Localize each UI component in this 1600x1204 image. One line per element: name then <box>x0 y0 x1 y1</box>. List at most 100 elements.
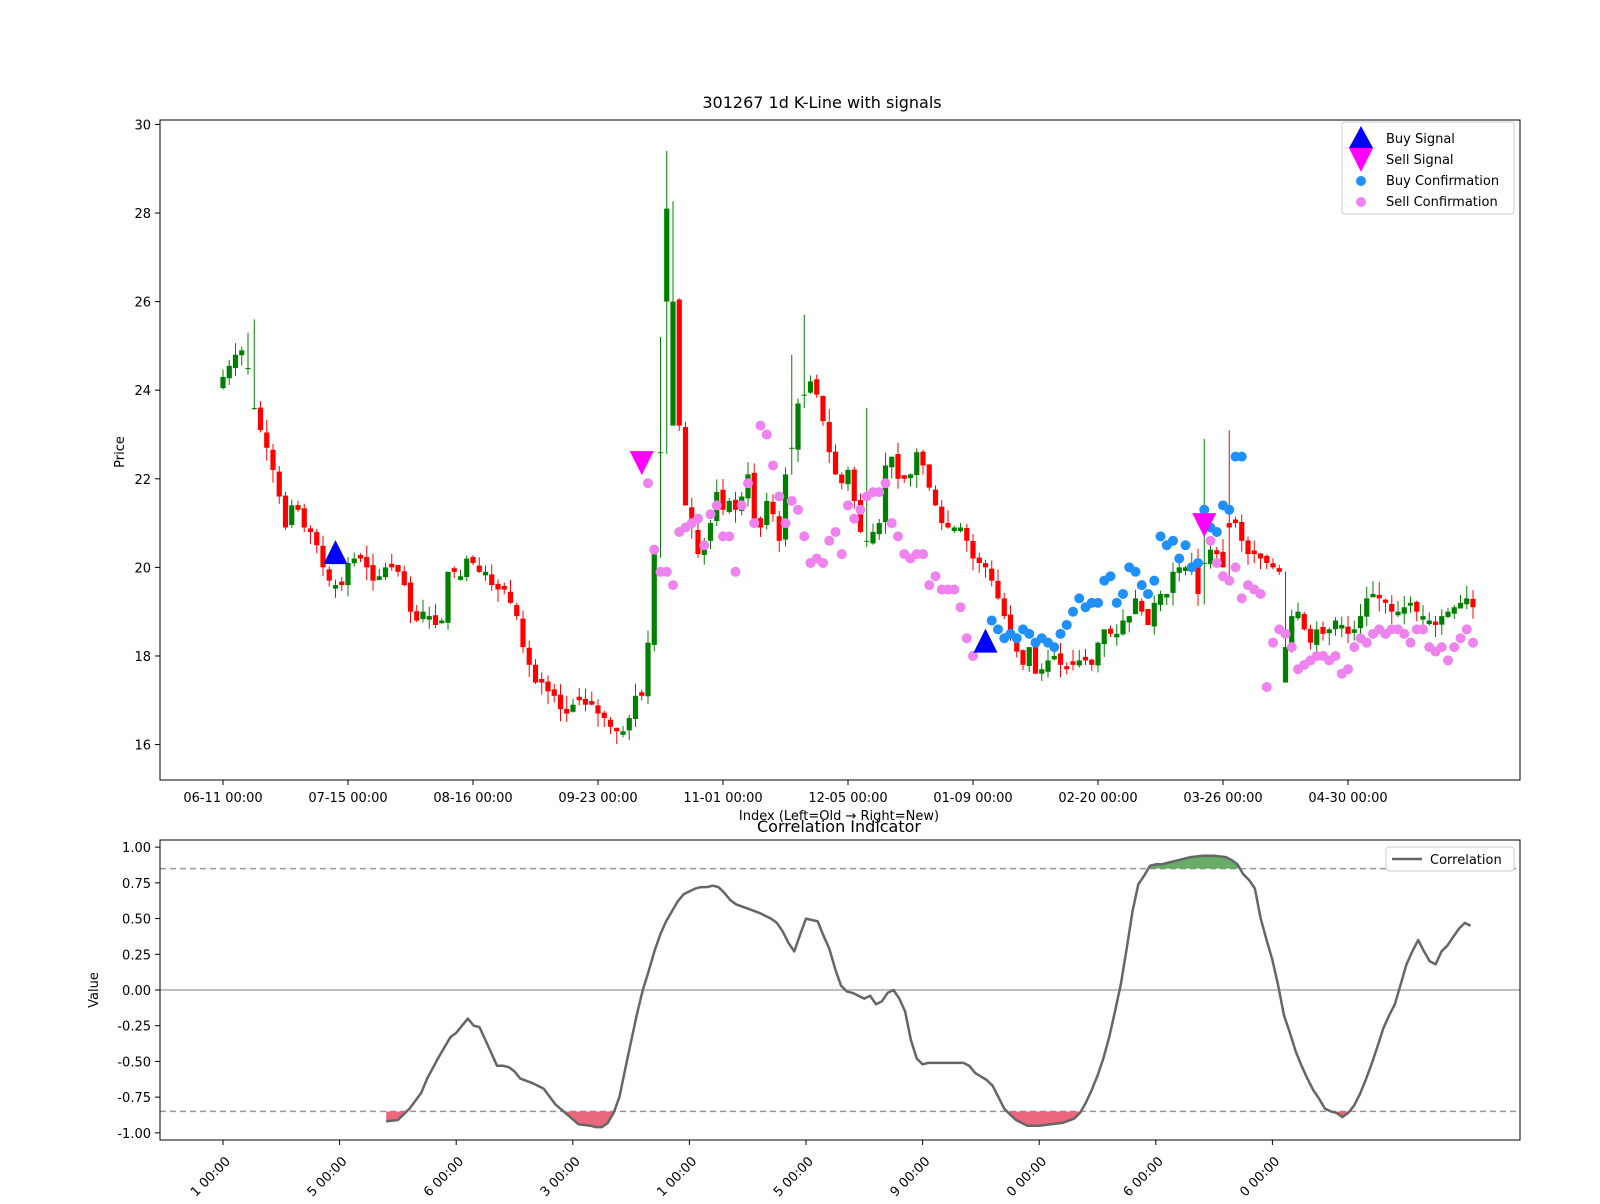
candle-body <box>620 731 626 735</box>
buy-confirmation-dot <box>1118 588 1128 599</box>
sell-confirmation-dot <box>1255 588 1266 599</box>
kline-y-tick-label: 20 <box>134 561 151 576</box>
candle-body <box>614 727 620 732</box>
candle-body <box>295 505 301 510</box>
candle-body <box>507 591 514 603</box>
candle-body <box>901 475 907 479</box>
candle-body <box>414 611 420 621</box>
candle-body <box>932 489 939 506</box>
candle-body <box>664 208 670 302</box>
candle-body <box>1026 647 1032 666</box>
candle-body <box>545 681 551 692</box>
sell-confirmation-dot <box>1261 681 1272 692</box>
sell-confirmation-dot <box>824 535 835 546</box>
legend-sell-signal-label: Sell Signal <box>1386 153 1454 168</box>
buy-confirmation-dot <box>1211 526 1222 537</box>
sell-confirmation-dot <box>1330 650 1341 661</box>
candle-body <box>376 576 382 580</box>
sell-confirmation-dot <box>1349 642 1360 653</box>
candle-body <box>1395 611 1401 616</box>
buy-confirmation-dot <box>1174 553 1185 564</box>
candle-body <box>1345 626 1351 634</box>
candle-body <box>1314 629 1320 645</box>
candle-body <box>345 562 351 586</box>
sell-confirmation-dot <box>1361 637 1372 648</box>
candle-body <box>551 689 557 696</box>
correlation-y-tick-label: 0.50 <box>122 913 151 928</box>
candle-body <box>495 583 501 590</box>
sell-confirmation-dot <box>793 504 803 515</box>
sell-confirmation-dot <box>893 531 903 542</box>
candle-body <box>1164 593 1170 598</box>
candle-body <box>645 642 651 697</box>
sell-confirmation-dot <box>743 478 753 489</box>
sell-confirmation-dot <box>961 633 972 644</box>
candle-body <box>895 454 901 479</box>
sell-confirmation-dot <box>699 540 710 551</box>
candle-body <box>782 474 789 540</box>
candle-body <box>1414 601 1420 612</box>
candle-body <box>1245 540 1251 555</box>
candle-body <box>264 432 270 448</box>
kline-y-tick-label: 26 <box>134 296 151 311</box>
sell-confirmation-dot <box>668 580 678 591</box>
candle-body <box>814 379 820 395</box>
candle-body <box>914 452 920 476</box>
candle-body <box>1307 628 1314 643</box>
candle-body <box>439 620 445 624</box>
buy-confirmation-dot <box>1224 504 1235 515</box>
candle-body <box>1157 593 1164 605</box>
candle-body <box>407 582 414 612</box>
candle-body <box>1076 660 1082 666</box>
sell-confirmation-dot <box>955 602 966 613</box>
sell-confirmation-dot <box>1436 642 1447 653</box>
kline-x-tick-label: 06-11 00:00 <box>183 791 262 806</box>
legend-buy-confirmation-label: Buy Confirmation <box>1386 174 1499 189</box>
candle-body <box>1032 645 1039 674</box>
sell-confirmation-dot <box>736 500 747 511</box>
candle-body <box>282 495 289 528</box>
sell-confirmation-dot <box>774 491 785 502</box>
buy-confirmation-dot <box>1049 642 1060 653</box>
kline-y-tick-label: 18 <box>134 650 151 665</box>
candle-body <box>820 395 826 422</box>
buy-confirmation-dot <box>1093 597 1103 608</box>
candle-body <box>964 527 970 541</box>
sell-confirmation-dot <box>755 420 766 431</box>
candle-body <box>520 618 526 648</box>
candle-body <box>1351 629 1357 633</box>
candle-body <box>564 708 570 714</box>
correlation-y-tick-label: -0.50 <box>117 1055 151 1070</box>
buy-confirmation-dot <box>1236 451 1247 462</box>
correlation-y-tick-label: -0.75 <box>117 1091 151 1106</box>
sell-confirmation-dot <box>1468 637 1478 648</box>
candle-body <box>251 407 257 409</box>
candle-body <box>501 585 507 590</box>
candle-body <box>751 472 757 519</box>
candle-body <box>601 712 607 718</box>
sell-confirmation-dot <box>799 531 810 542</box>
candle-body <box>1107 628 1114 634</box>
candle-body <box>445 571 451 623</box>
candle-body <box>401 571 407 586</box>
sell-confirmation-dot <box>693 513 703 524</box>
candle-body <box>1045 660 1051 672</box>
sell-confirmation-dot <box>1443 655 1453 666</box>
candle-body <box>1170 571 1176 593</box>
candle-body <box>1282 647 1289 683</box>
sell-confirmation-dot <box>930 571 941 582</box>
candle-body <box>1145 609 1151 625</box>
sell-confirmation-dot <box>649 544 660 555</box>
candle-body <box>651 549 657 645</box>
candle-body <box>682 427 689 506</box>
sell-confirmation-dot <box>1224 575 1235 586</box>
candle-body <box>1001 598 1007 617</box>
kline-x-tick-label: 08-16 00:00 <box>433 791 512 806</box>
sell-confirmation-dot <box>918 549 928 560</box>
candle-body <box>1226 523 1232 528</box>
candle-body <box>1214 550 1220 555</box>
correlation-y-tick-label: 1.00 <box>122 841 151 856</box>
sell-confirmation-dot <box>711 500 722 511</box>
candle-body <box>1232 519 1239 524</box>
candle-body <box>807 381 814 393</box>
